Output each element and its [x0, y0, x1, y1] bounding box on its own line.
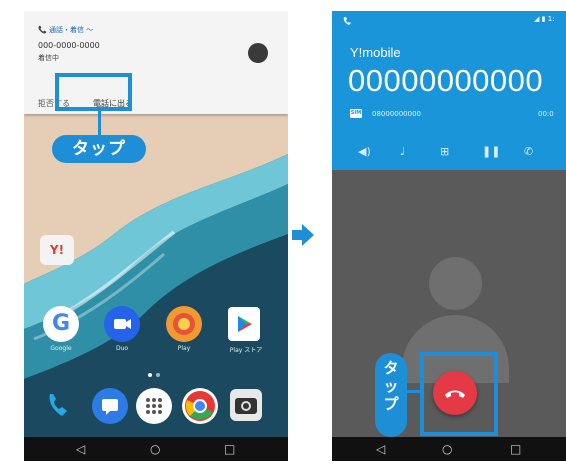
- home-icon[interactable]: ○: [442, 442, 452, 456]
- app-drawer-icon[interactable]: [136, 388, 172, 424]
- back-icon[interactable]: ◁: [76, 442, 85, 456]
- tap-callout-right: タップ: [375, 353, 407, 437]
- add-call-icon[interactable]: ✆: [524, 145, 533, 158]
- app-label: Y!: [49, 243, 65, 257]
- sim-icon: SIM: [350, 109, 362, 118]
- play-icon[interactable]: [166, 306, 202, 342]
- camera-icon[interactable]: [230, 389, 262, 421]
- app-label-duo: Duo: [115, 345, 129, 352]
- ymobile-app-icon[interactable]: Y!: [40, 235, 74, 265]
- dialpad-icon[interactable]: ⊞: [440, 145, 449, 158]
- speaker-icon[interactable]: ◀): [358, 145, 371, 158]
- mute-icon[interactable]: ♩: [400, 145, 405, 158]
- sub-number: 08000000000: [372, 110, 421, 118]
- navigation-bar: ◁ ○ □: [332, 437, 566, 461]
- back-icon[interactable]: ◁: [376, 442, 385, 456]
- callout-connector: [405, 390, 422, 393]
- caller-state: 着信中: [38, 54, 59, 62]
- call-duration: 00:0: [538, 110, 554, 118]
- play-store-icon[interactable]: [228, 307, 260, 341]
- status-time: 1:: [547, 15, 555, 23]
- chrome-icon[interactable]: [182, 388, 218, 424]
- app-label-play-store: Play ストア: [229, 347, 263, 354]
- phone-icon[interactable]: [42, 388, 76, 422]
- recents-icon[interactable]: □: [510, 442, 521, 456]
- call-number: 00000000000: [348, 63, 544, 98]
- home-icon[interactable]: ○: [150, 442, 160, 456]
- page-indicator-dot: [156, 373, 160, 377]
- tap-callout-left: タップ: [52, 135, 146, 163]
- answer-highlight-box: [55, 73, 132, 111]
- recents-icon[interactable]: □: [224, 442, 235, 456]
- callout-connector: [98, 111, 101, 137]
- page-indicator-dot: [148, 373, 152, 377]
- avatar: [248, 43, 268, 63]
- notification-status-line: 📞 通話・着信 ～: [38, 26, 94, 34]
- call-status-icon: [343, 17, 351, 25]
- hold-icon[interactable]: ❚❚: [482, 145, 500, 158]
- signal-icon: ◢: [534, 15, 540, 23]
- app-label-google: Google: [50, 345, 72, 352]
- caller-number: 000-0000-0000: [38, 41, 100, 50]
- google-icon[interactable]: G: [43, 306, 79, 342]
- call-header: ◢ ▮ 1: Y!mobile 00000000000 SIM 08000000…: [332, 11, 566, 170]
- contact-avatar-head: [429, 257, 482, 310]
- tap-callout-right-text: タップ: [383, 359, 399, 413]
- navigation-bar: ◁ ○ □: [24, 437, 288, 461]
- battery-icon: ▮: [541, 15, 546, 23]
- app-label-play: Play: [177, 345, 191, 352]
- carrier-name: Y!mobile: [350, 45, 401, 60]
- duo-icon[interactable]: [104, 306, 140, 342]
- next-step-arrow-icon: [292, 224, 314, 246]
- status-bar-icons: ◢ ▮ 1:: [534, 15, 555, 23]
- messages-icon[interactable]: [92, 388, 128, 424]
- end-call-highlight-box: [420, 352, 498, 436]
